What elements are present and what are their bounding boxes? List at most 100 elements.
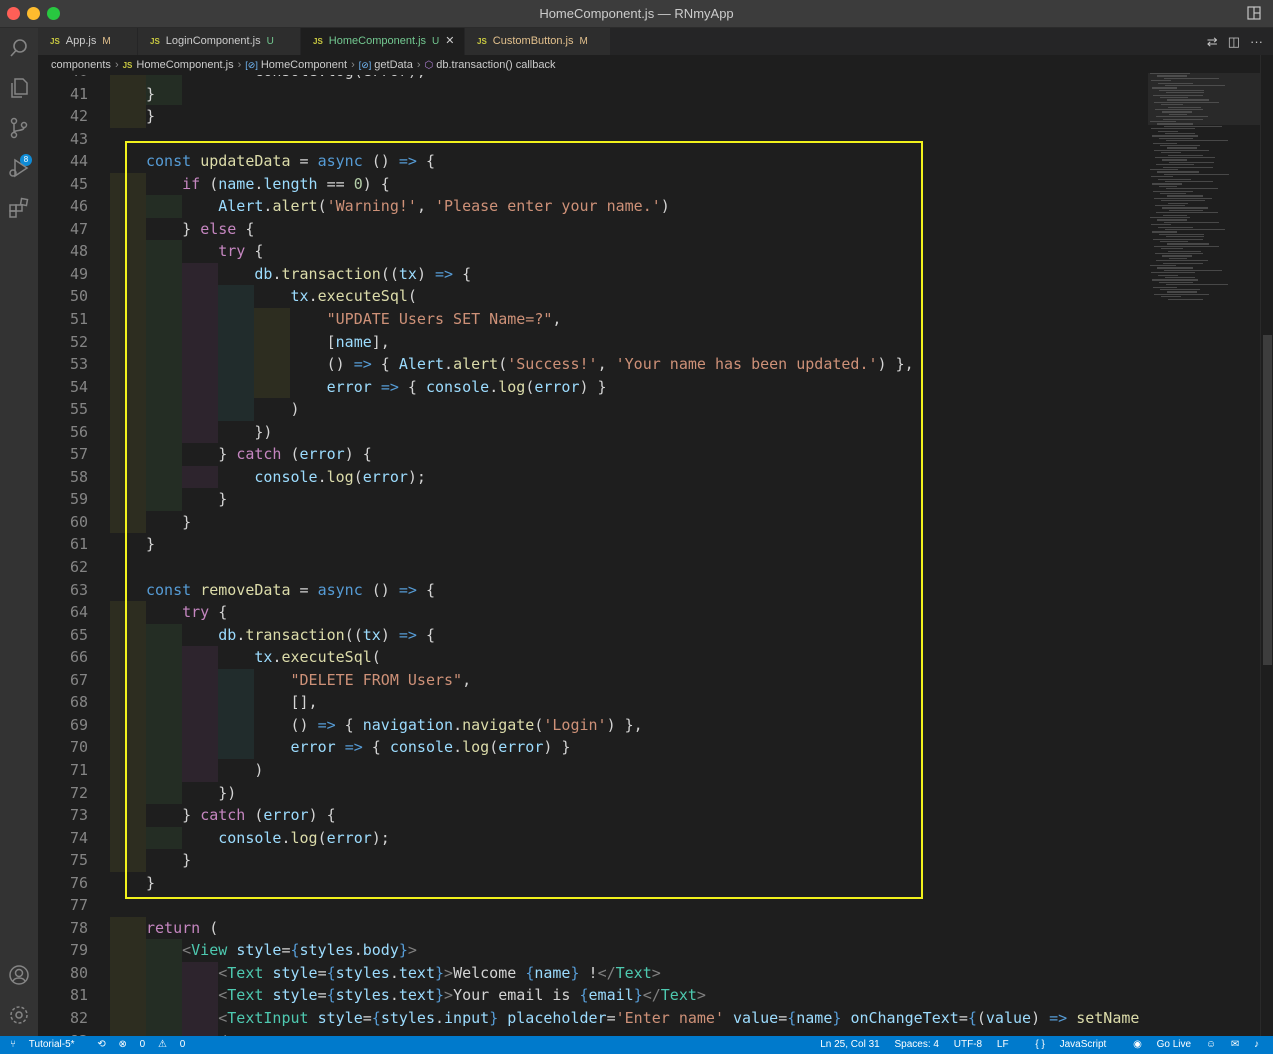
breadcrumb-callback[interactable]: db.transaction() callback — [436, 59, 555, 71]
code-token: . — [453, 715, 463, 734]
indent-guide — [110, 308, 146, 331]
more-actions-icon[interactable]: ··· — [1250, 34, 1263, 49]
customize-layout-icon[interactable] — [1247, 6, 1261, 20]
close-tab-icon[interactable]: ✕ — [445, 35, 454, 47]
code-editor[interactable]: 40 console.log(error);41}42}4344const up… — [38, 75, 1148, 1036]
code-token: styles — [335, 986, 390, 1005]
code-token: . — [389, 986, 399, 1005]
window-title: HomeComponent.js — RNmyApp — [539, 6, 734, 21]
line-code: "DELETE FROM Users", — [146, 669, 472, 692]
code-token: error — [290, 738, 336, 757]
line-code: <View style={styles.body}> — [146, 939, 417, 962]
extensions-icon[interactable] — [7, 196, 31, 220]
code-token: ( — [976, 1008, 986, 1027]
code-token: ( — [200, 174, 219, 193]
source-control-icon[interactable] — [7, 116, 31, 140]
code-line: 64 try { — [38, 601, 1148, 624]
split-editor-icon[interactable]: ◫ — [1228, 34, 1240, 49]
code-token: return — [146, 918, 201, 937]
minimap-line — [1169, 209, 1203, 211]
feedback-icon[interactable]: ✉ — [1231, 1039, 1239, 1050]
search-icon[interactable] — [7, 36, 31, 60]
minimap-line — [1167, 243, 1209, 245]
problems-indicator[interactable]: ⊗ 0 ⚠ 0 — [119, 1039, 196, 1050]
explorer-icon[interactable] — [7, 76, 31, 100]
symbol-method-icon: ⬡ — [424, 60, 434, 71]
line-code: "UPDATE Users SET Name=?", — [146, 308, 562, 331]
compare-changes-icon[interactable]: ⇄ — [1207, 34, 1218, 49]
line-number: 55 — [69, 400, 88, 419]
encoding[interactable]: UTF-8 — [954, 1039, 982, 1050]
code-token: = — [778, 1008, 788, 1027]
line-code: } — [146, 105, 155, 128]
indent-guide — [110, 262, 146, 286]
code-token: transaction — [281, 264, 381, 283]
code-token: View — [191, 941, 228, 960]
tab-login-component[interactable]: JS LoginComponent.js U — [138, 28, 301, 55]
breadcrumb-function[interactable]: getData — [374, 59, 413, 71]
notifications-bell-icon[interactable]: ♪ — [1254, 1039, 1259, 1050]
indent-guide — [110, 285, 146, 309]
scrollbar-thumb[interactable] — [1263, 335, 1272, 665]
line-code: <TextInput style={styles.input} placehol… — [146, 1007, 1139, 1030]
go-live-button[interactable]: ◉ Go Live — [1121, 1039, 1191, 1050]
line-number: 71 — [69, 760, 88, 779]
cursor-position[interactable]: Ln 25, Col 31 — [820, 1039, 880, 1050]
code-token: console.log(error); — [146, 75, 426, 80]
code-token: } — [146, 535, 156, 554]
code-token: ( — [498, 355, 508, 374]
tab-app-js[interactable]: JS App.js M — [38, 28, 138, 55]
end-of-line[interactable]: LF — [997, 1039, 1009, 1050]
line-code: () => { Alert.alert('Success!', 'Your na… — [146, 353, 914, 376]
tab-custom-button[interactable]: JS CustomButton.js M — [465, 28, 611, 55]
indentation[interactable]: Spaces: 4 — [895, 1039, 939, 1050]
line-number: 40 — [38, 75, 88, 83]
run-debug-icon[interactable] — [7, 156, 31, 180]
code-token: Text — [227, 963, 264, 982]
tab-status: U — [266, 36, 274, 47]
code-token: if — [182, 174, 201, 193]
language-mode[interactable]: { } JavaScript — [1023, 1039, 1106, 1050]
code-line: 76} — [38, 872, 1148, 895]
minimap-line — [1157, 171, 1199, 173]
code-lines: 40 console.log(error);41}42}4344const up… — [38, 75, 1148, 1036]
branch-indicator[interactable]: ⑂ Tutorial-5* — [10, 1039, 85, 1050]
breadcrumb-component[interactable]: HomeComponent — [261, 59, 347, 71]
copilot-icon[interactable]: ☺ — [1206, 1039, 1216, 1050]
vertical-scrollbar[interactable] — [1260, 55, 1273, 1036]
account-icon[interactable] — [7, 963, 31, 987]
code-line: 67 "DELETE FROM Users", — [38, 668, 1148, 692]
code-token: = — [606, 1008, 616, 1027]
sync-icon[interactable]: ⟲ — [97, 1039, 105, 1050]
code-token: 0 — [353, 174, 363, 193]
breadcrumb-file[interactable]: HomeComponent.js — [136, 59, 233, 71]
minimap-line — [1159, 137, 1193, 139]
minimap[interactable] — [1148, 55, 1260, 1036]
line-number: 82 — [69, 1008, 88, 1027]
tab-home-component[interactable]: JS HomeComponent.js U ✕ — [301, 28, 465, 55]
indent-guide — [110, 758, 146, 782]
code-line: 55 ) — [38, 398, 1148, 421]
code-token: ) } — [579, 377, 607, 396]
code-token: , — [416, 197, 435, 216]
minimap-line — [1167, 195, 1203, 197]
breadcrumb-folder[interactable]: components — [51, 59, 111, 71]
minimap-line — [1165, 277, 1195, 279]
line-number: 65 — [69, 625, 88, 644]
code-line: 58 console.log(error); — [38, 465, 1148, 489]
code-token: ( — [371, 648, 381, 667]
minimap-line — [1166, 140, 1228, 142]
code-token: () — [146, 715, 318, 734]
line-code: console.log(error); — [146, 827, 390, 850]
indent-guide — [110, 510, 146, 534]
gear-icon[interactable] — [7, 1003, 31, 1027]
line-code: tx.executeSql( — [146, 646, 381, 669]
code-line: 40 console.log(error); — [38, 75, 1148, 83]
line-number: 50 — [69, 287, 88, 306]
